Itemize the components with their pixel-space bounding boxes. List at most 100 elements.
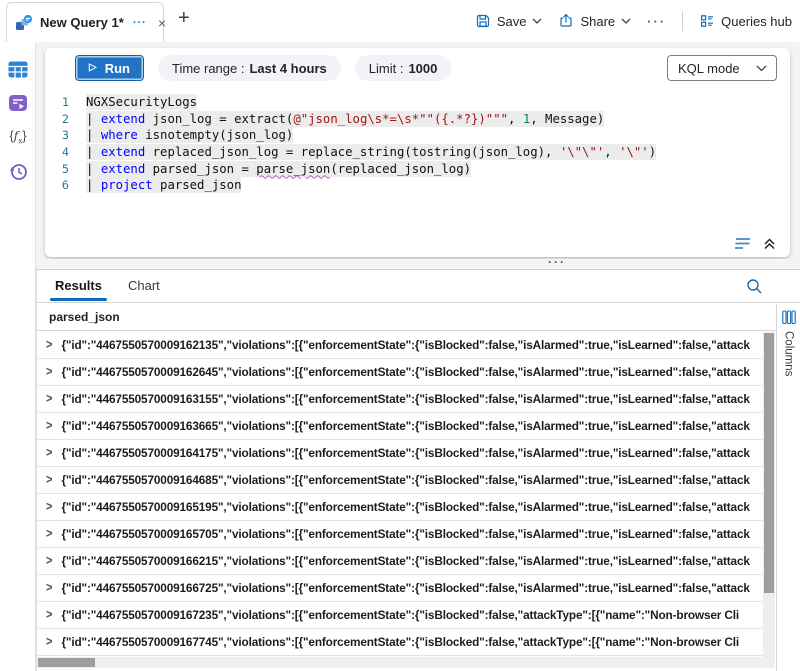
- parsed-json-cell: {"id":"4467550570009166725","violations"…: [61, 581, 749, 595]
- limit-label: Limit :: [369, 61, 404, 76]
- table-row[interactable]: > {"id":"4467550570009162645","violations…: [37, 359, 763, 386]
- table-row[interactable]: > {"id":"4467550570009165195","violations…: [37, 494, 763, 521]
- top-actions: Save Share ···: [475, 0, 792, 42]
- limit-value: 1000: [408, 61, 437, 76]
- table-row[interactable]: >{"id":"4467550570009167235","violations…: [37, 602, 763, 629]
- splitter-handle-icon[interactable]: ···: [548, 255, 566, 269]
- panel-splitter[interactable]: ···: [36, 259, 800, 269]
- tab-chart[interactable]: Chart: [128, 270, 160, 302]
- code-text: | extend json_log = extract(@"json_log\s…: [86, 112, 604, 126]
- columns-side-panel[interactable]: Columns: [776, 304, 800, 671]
- divider: [682, 11, 683, 31]
- query-editor-card: ▷ Run Time range : Last 4 hours Limit : …: [45, 48, 790, 257]
- history-icon[interactable]: [0, 154, 36, 188]
- code-text: NGXSecurityLogs: [86, 95, 197, 109]
- column-header-parsed-json[interactable]: parsed_json: [37, 303, 776, 331]
- code-text: | extend parsed_json = parse_json(replac…: [86, 162, 471, 176]
- parsed-json-cell: {"id":"4467550570009163665","violations"…: [61, 419, 749, 433]
- save-button[interactable]: Save: [475, 13, 543, 29]
- format-lines-icon[interactable]: [734, 237, 751, 250]
- vertical-scrollbar-thumb[interactable]: [764, 333, 774, 593]
- expand-row-icon[interactable]: >: [46, 473, 52, 487]
- line-number: 6: [45, 178, 69, 192]
- save-icon: [475, 13, 491, 29]
- query-tab[interactable]: New Query 1* ··· ×: [6, 2, 164, 42]
- code-text: | project parsed_json: [86, 178, 241, 192]
- search-icon[interactable]: [746, 278, 763, 300]
- code-line[interactable]: 5 | extend parsed_json = parse_json(repla…: [45, 160, 790, 177]
- columns-panel-label: Columns: [783, 331, 795, 376]
- expand-row-icon[interactable]: >: [46, 500, 52, 514]
- saved-queries-icon[interactable]: [0, 86, 36, 120]
- table-row[interactable]: >{"id":"4467550570009164175","violations…: [37, 440, 763, 467]
- share-button[interactable]: Share: [558, 13, 631, 29]
- table-row[interactable]: > {"id":"4467550570009163155","violations…: [37, 386, 763, 413]
- queries-hub-button[interactable]: Queries hub: [699, 13, 792, 29]
- left-sidebar: {fx}: [0, 42, 36, 671]
- line-number: 2: [45, 112, 69, 126]
- query-toolbar: ▷ Run Time range : Last 4 hours Limit : …: [45, 48, 790, 88]
- code-text: | extend replaced_json_log = replace_str…: [86, 145, 656, 159]
- horizontal-scrollbar-thumb[interactable]: [38, 658, 95, 667]
- code-line[interactable]: 4 | extend replaced_json_log = replace_st…: [45, 144, 790, 161]
- parsed-json-cell: {"id":"4467550570009162645","violations"…: [61, 365, 749, 379]
- table-row[interactable]: > {"id":"4467550570009167745","violations…: [37, 629, 763, 656]
- expand-row-icon[interactable]: >: [46, 365, 52, 379]
- code-line[interactable]: 1 NGXSecurityLogs: [45, 94, 790, 111]
- expand-row-icon[interactable]: >: [46, 527, 52, 541]
- kql-mode-dropdown[interactable]: KQL mode: [667, 55, 777, 81]
- expand-row-icon[interactable]: >: [46, 635, 52, 649]
- parsed-json-cell: {"id":"4467550570009165195","violations"…: [61, 500, 749, 514]
- tables-icon[interactable]: [0, 52, 36, 86]
- line-number: 4: [45, 145, 69, 159]
- time-range-label: Time range :: [172, 61, 245, 76]
- expand-row-icon[interactable]: >: [46, 392, 52, 406]
- functions-icon[interactable]: {fx}: [0, 120, 36, 154]
- expand-row-icon[interactable]: >: [46, 419, 52, 433]
- line-number: 3: [45, 128, 69, 142]
- table-row[interactable]: > {"id":"4467550570009166725","violations…: [37, 575, 763, 602]
- collapse-editor-icon[interactable]: [763, 237, 776, 250]
- kql-mode-value: KQL mode: [678, 61, 740, 76]
- share-icon: [558, 13, 574, 29]
- tab-bar: New Query 1* ··· × + Save: [0, 0, 800, 42]
- new-tab-button[interactable]: +: [178, 8, 190, 28]
- more-actions-button[interactable]: ···: [647, 14, 666, 29]
- expand-row-icon[interactable]: >: [46, 554, 52, 568]
- code-line[interactable]: 3 | where isnotempty(json_log): [45, 127, 790, 144]
- expand-row-icon[interactable]: >: [46, 608, 52, 622]
- expand-row-icon[interactable]: >: [46, 338, 52, 352]
- parsed-json-cell: {"id":"4467550570009164685","violations"…: [61, 473, 749, 487]
- table-row[interactable]: > {"id":"4467550570009163665","violations…: [37, 413, 763, 440]
- limit-pill[interactable]: Limit : 1000: [355, 55, 452, 81]
- expand-row-icon[interactable]: >: [46, 446, 52, 460]
- parsed-json-cell: {"id":"4467550570009163155","violations"…: [61, 392, 749, 406]
- queries-hub-label: Queries hub: [721, 14, 792, 29]
- line-number: 5: [45, 162, 69, 176]
- table-row[interactable]: >{"id":"4467550570009162135","violations…: [37, 332, 763, 359]
- code-text: | where isnotempty(json_log): [86, 128, 293, 142]
- parsed-json-cell: {"id":"4467550570009166215","violations"…: [61, 554, 749, 568]
- table-row[interactable]: > {"id":"4467550570009166215","violations…: [37, 548, 763, 575]
- time-range-pill[interactable]: Time range : Last 4 hours: [158, 55, 341, 81]
- play-icon: ▷: [89, 63, 97, 73]
- tab-title: New Query 1*: [40, 15, 124, 30]
- kusto-web-explorer: New Query 1* ··· × + Save: [0, 0, 800, 671]
- horizontal-scrollbar[interactable]: [37, 657, 775, 668]
- table-row[interactable]: > {"id":"4467550570009164685","violations…: [37, 467, 763, 494]
- editor-actions: [734, 237, 776, 250]
- tab-close-icon[interactable]: ×: [158, 15, 166, 31]
- results-tabs: Results Chart: [37, 270, 800, 303]
- expand-row-icon[interactable]: >: [46, 581, 52, 595]
- run-button[interactable]: ▷ Run: [75, 55, 144, 81]
- tab-more-icon[interactable]: ···: [133, 17, 147, 29]
- table-row[interactable]: >{"id":"4467550570009165705","violations…: [37, 521, 763, 548]
- tab-results[interactable]: Results: [55, 270, 102, 302]
- code-line[interactable]: 6 | project parsed_json: [45, 177, 790, 194]
- parsed-json-cell: {"id":"4467550570009167745","violations"…: [61, 635, 739, 649]
- code-line[interactable]: 2 | extend json_log = extract(@"json_log\…: [45, 111, 790, 128]
- vertical-scrollbar[interactable]: [763, 332, 775, 657]
- line-number: 1: [45, 95, 69, 109]
- run-label: Run: [105, 61, 130, 76]
- editor-code[interactable]: 1 NGXSecurityLogs 2 | extend json_log = ext…: [45, 94, 790, 194]
